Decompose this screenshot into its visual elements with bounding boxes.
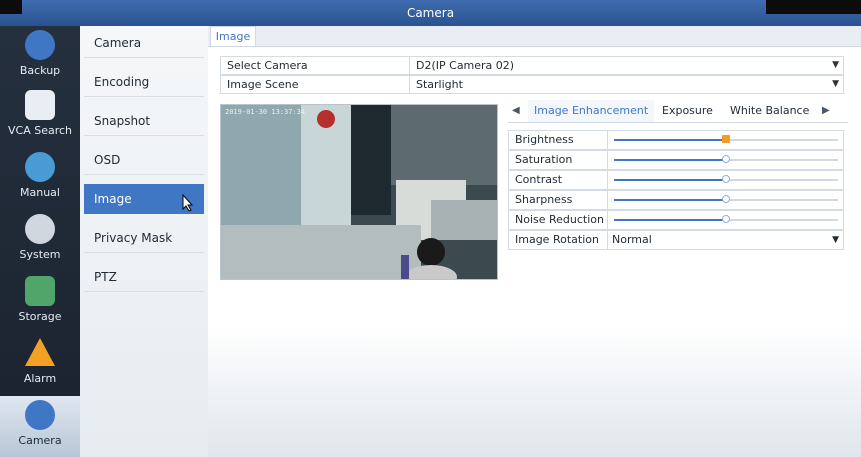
sidebar-item-storage[interactable]: Storage: [0, 272, 80, 332]
sidebar-item-camera[interactable]: Camera: [0, 396, 80, 457]
main-sidebar: Backup VCA Search Manual System Storage …: [0, 26, 80, 457]
gear-icon: [25, 214, 55, 244]
sidebar-item-system[interactable]: System: [0, 210, 80, 270]
slider-fill: [614, 199, 726, 201]
submenu-item-osd[interactable]: OSD: [84, 145, 204, 175]
window-title: Camera: [406, 6, 455, 20]
slider-track: [614, 195, 838, 203]
preview-timestamp: 2019-01-30 13:37:34: [225, 108, 306, 116]
sharpness-label: Sharpness: [515, 193, 573, 206]
saturation-slider[interactable]: [607, 151, 844, 169]
submenu-item-encoding[interactable]: Encoding: [84, 67, 204, 97]
camera-icon: [25, 400, 55, 430]
camera-preview-image: [221, 105, 497, 279]
slider-thumb[interactable]: [722, 155, 730, 163]
submenu-item-snapshot[interactable]: Snapshot: [84, 106, 204, 136]
saturation-label: Saturation: [515, 153, 573, 166]
brightness-row: Brightness: [508, 130, 844, 150]
sidebar-item-label: VCA Search: [7, 124, 73, 137]
sidebar-item-label: Storage: [18, 310, 62, 323]
submenu-item-ptz[interactable]: PTZ: [84, 262, 204, 292]
sidebar-item-alarm[interactable]: Alarm: [0, 334, 80, 394]
slider-fill: [614, 139, 726, 141]
sidebar-item-label: Alarm: [23, 372, 57, 385]
image-rotation-value: Normal: [612, 233, 652, 246]
select-camera-dropdown[interactable]: D2(IP Camera 02) ▼: [409, 57, 843, 74]
tab-scroll-right-icon[interactable]: ▶: [822, 100, 830, 122]
sidebar-item-label: Manual: [20, 186, 60, 199]
image-rotation-row: Image Rotation Normal ▼: [508, 230, 844, 250]
window-titlebar: Camera: [0, 0, 861, 26]
select-camera-label: Select Camera: [227, 59, 308, 72]
slider-thumb[interactable]: [722, 175, 730, 183]
tab-image-enhancement[interactable]: Image Enhancement: [528, 100, 655, 122]
slider-fill: [614, 179, 726, 181]
mouse-cursor-icon: [182, 194, 194, 212]
camera-submenu: Camera Encoding Snapshot OSD Image Priva…: [80, 26, 208, 457]
sidebar-item-label: System: [19, 248, 61, 261]
slider-track: [614, 215, 838, 223]
chevron-down-icon: ▼: [832, 60, 839, 70]
image-scene-value: Starlight: [416, 78, 463, 91]
image-rotation-label: Image Rotation: [515, 233, 599, 246]
sidebar-item-label: Backup: [19, 64, 61, 77]
adjustment-tabs: ◀ Image Enhancement Exposure White Balan…: [508, 100, 848, 123]
backup-icon: [25, 30, 55, 60]
slider-thumb[interactable]: [722, 195, 730, 203]
contrast-slider[interactable]: [607, 171, 844, 189]
sidebar-item-label: Camera: [18, 434, 62, 447]
vca-search-icon: [25, 90, 55, 120]
brightness-slider[interactable]: [607, 131, 844, 149]
slider-thumb[interactable]: [722, 135, 730, 143]
noise-reduction-label: Noise Reduction: [515, 213, 604, 226]
sidebar-item-manual[interactable]: Manual: [0, 148, 80, 208]
submenu-item-camera[interactable]: Camera: [84, 28, 204, 58]
select-camera-value: D2(IP Camera 02): [416, 59, 515, 72]
noise-reduction-slider[interactable]: [607, 211, 844, 229]
select-camera-row: Select Camera D2(IP Camera 02) ▼: [220, 56, 844, 75]
tab-white-balance[interactable]: White Balance: [724, 100, 815, 122]
submenu-item-privacy-mask[interactable]: Privacy Mask: [84, 223, 204, 253]
sidebar-item-backup[interactable]: Backup: [0, 26, 80, 86]
sharpness-slider[interactable]: [607, 191, 844, 209]
storage-icon: [25, 276, 55, 306]
image-scene-dropdown[interactable]: Starlight ▼: [409, 76, 843, 93]
slider-fill: [614, 159, 726, 161]
page-tabstrip: Image: [208, 26, 861, 47]
contrast-label: Contrast: [515, 173, 563, 186]
image-scene-label: Image Scene: [227, 78, 299, 91]
titlebar-corner-left: [0, 0, 22, 14]
image-scene-row: Image Scene Starlight ▼: [220, 75, 844, 94]
alarm-icon: [25, 338, 55, 366]
slider-fill: [614, 219, 726, 221]
titlebar-corner-right: [766, 0, 861, 14]
contrast-row: Contrast: [508, 170, 844, 190]
slider-track: [614, 135, 838, 143]
noise-reduction-row: Noise Reduction: [508, 210, 844, 230]
tab-scroll-left-icon[interactable]: ◀: [512, 100, 520, 122]
slider-track: [614, 175, 838, 183]
camera-preview: 2019-01-30 13:37:34: [220, 104, 498, 280]
chevron-down-icon: ▼: [832, 235, 839, 245]
slider-track: [614, 155, 838, 163]
sidebar-item-vca-search[interactable]: VCA Search: [0, 86, 80, 146]
image-rotation-dropdown[interactable]: Normal ▼: [607, 231, 843, 249]
sharpness-row: Sharpness: [508, 190, 844, 210]
slider-thumb[interactable]: [722, 215, 730, 223]
saturation-row: Saturation: [508, 150, 844, 170]
tab-image[interactable]: Image: [210, 26, 256, 46]
tab-exposure[interactable]: Exposure: [656, 100, 719, 122]
manual-icon: [25, 152, 55, 182]
chevron-down-icon: ▼: [832, 79, 839, 89]
image-settings-panel: Image Select Camera D2(IP Camera 02) ▼ I…: [208, 26, 861, 457]
brightness-label: Brightness: [515, 133, 574, 146]
